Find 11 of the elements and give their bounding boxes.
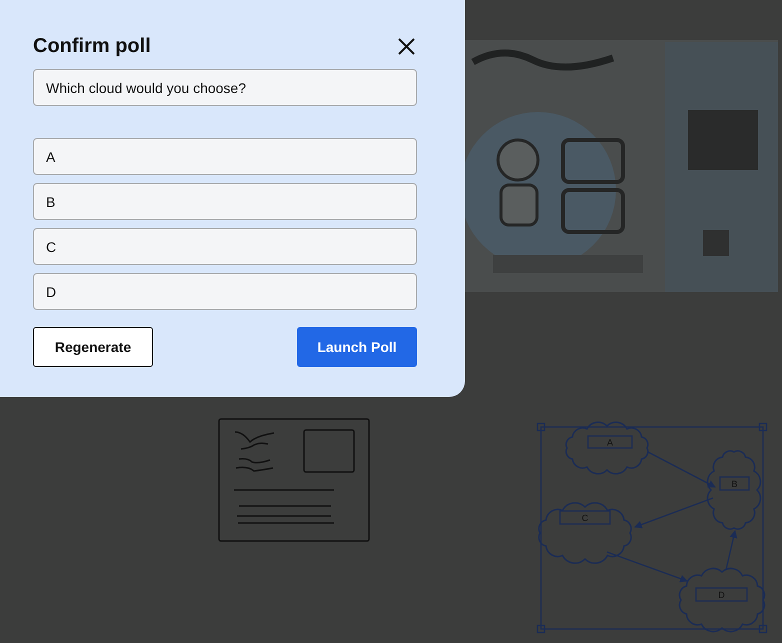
launch-button[interactable]: Launch Poll: [297, 327, 417, 367]
question-field[interactable]: Which cloud would you choose?: [33, 69, 417, 106]
regenerate-button[interactable]: Regenerate: [33, 327, 153, 367]
arrow: [725, 530, 738, 570]
option-field[interactable]: C: [33, 228, 417, 265]
option-field[interactable]: A: [33, 138, 417, 175]
close-icon: [398, 38, 414, 54]
arrow: [648, 451, 716, 488]
option-field[interactable]: B: [33, 183, 417, 220]
option-field[interactable]: D: [33, 273, 417, 310]
dialog-title: Confirm poll: [33, 34, 151, 58]
